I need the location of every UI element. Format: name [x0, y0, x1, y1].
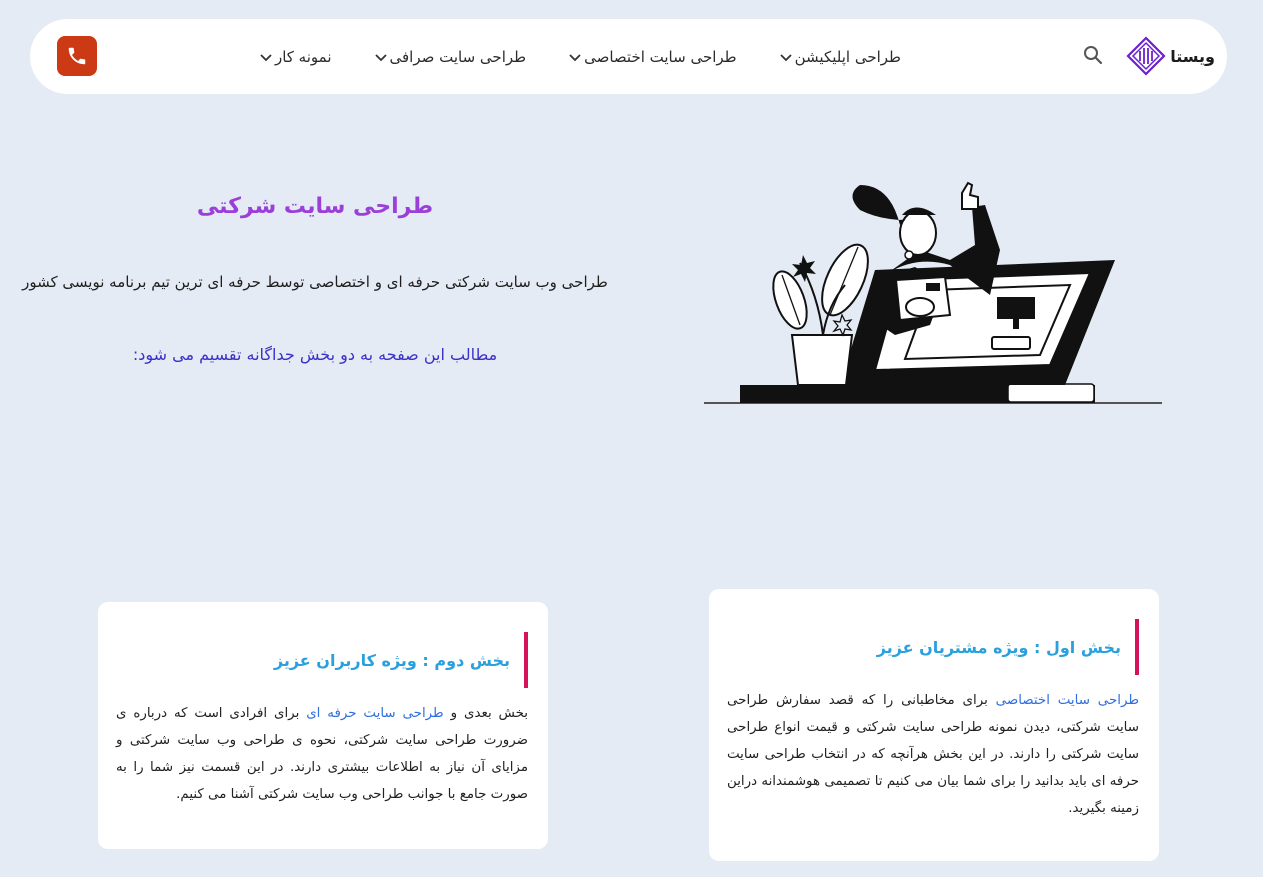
phone-button[interactable]	[57, 36, 97, 76]
card-title: بخش اول : ویژه مشتریان عزیز	[876, 637, 1121, 657]
card-header: بخش دوم : ویژه کاربران عزیز	[274, 632, 528, 688]
nav-item-exchange-site[interactable]: طراحی سایت صرافی	[374, 47, 527, 66]
search-icon[interactable]	[1083, 45, 1103, 65]
main-nav: طراحی اپلیکیشن طراحی سایت اختصاصی طراحی …	[259, 19, 901, 94]
phone-icon	[68, 47, 86, 65]
hero-note: مطالب این صفحه به دو بخش جداگانه تقسیم م…	[132, 345, 498, 364]
card-text-before: بخش بعدی و	[443, 706, 529, 721]
card-users: بخش دوم : ویژه کاربران عزیز بخش بعدی و ط…	[98, 602, 548, 849]
card-body: بخش بعدی و طراحی سایت حرفه ای برای افراد…	[116, 700, 528, 808]
card-customers: بخش اول : ویژه مشتریان عزیز طراحی سایت ا…	[709, 589, 1159, 861]
card-text: برای مخاطبانی را که قصد سفارش طراحی سایت…	[727, 693, 1139, 816]
card-body: طراحی سایت اختصاصی برای مخاطبانی را که ق…	[727, 687, 1139, 822]
nav-item-app-design[interactable]: طراحی اپلیکیشن	[779, 48, 901, 66]
nav-item-label: طراحی سایت اختصاصی	[584, 47, 737, 66]
logo-text: ویستا	[1170, 46, 1215, 66]
nav-item-label: نمونه کار	[274, 47, 332, 66]
site-header: ویستا طراحی اپلیکیشن طراحی سایت اختصاصی	[30, 19, 1227, 94]
page-title: طراحی سایت شرکتی	[196, 194, 434, 219]
chevron-down-icon	[569, 53, 581, 61]
nav-item-label: طراحی سایت صرافی	[389, 47, 527, 66]
chevron-down-icon	[779, 53, 792, 61]
card-title: بخش دوم : ویژه کاربران عزیز	[273, 650, 510, 670]
accent-bar	[524, 632, 528, 688]
card-header: بخش اول : ویژه مشتریان عزیز	[877, 619, 1139, 675]
professional-site-link[interactable]: طراحی سایت حرفه ای	[306, 706, 444, 721]
hero-subtitle: طراحی وب سایت شرکتی حرفه ای و اختصاصی تو…	[22, 273, 608, 291]
chevron-down-icon	[374, 53, 387, 61]
chevron-down-icon	[260, 53, 272, 61]
nav-item-custom-site[interactable]: طراحی سایت اختصاصی	[568, 48, 737, 66]
logo[interactable]: ویستا	[1126, 35, 1215, 77]
page: ویستا طراحی اپلیکیشن طراحی سایت اختصاصی	[0, 0, 1263, 877]
hero-illustration	[704, 181, 1162, 404]
custom-site-link[interactable]: طراحی سایت اختصاصی	[996, 693, 1139, 708]
logo-mark-icon	[1126, 36, 1166, 76]
nav-item-label: طراحی اپلیکیشن	[794, 47, 901, 66]
nav-item-portfolio[interactable]: نمونه کار	[259, 48, 332, 66]
accent-bar	[1135, 619, 1139, 675]
